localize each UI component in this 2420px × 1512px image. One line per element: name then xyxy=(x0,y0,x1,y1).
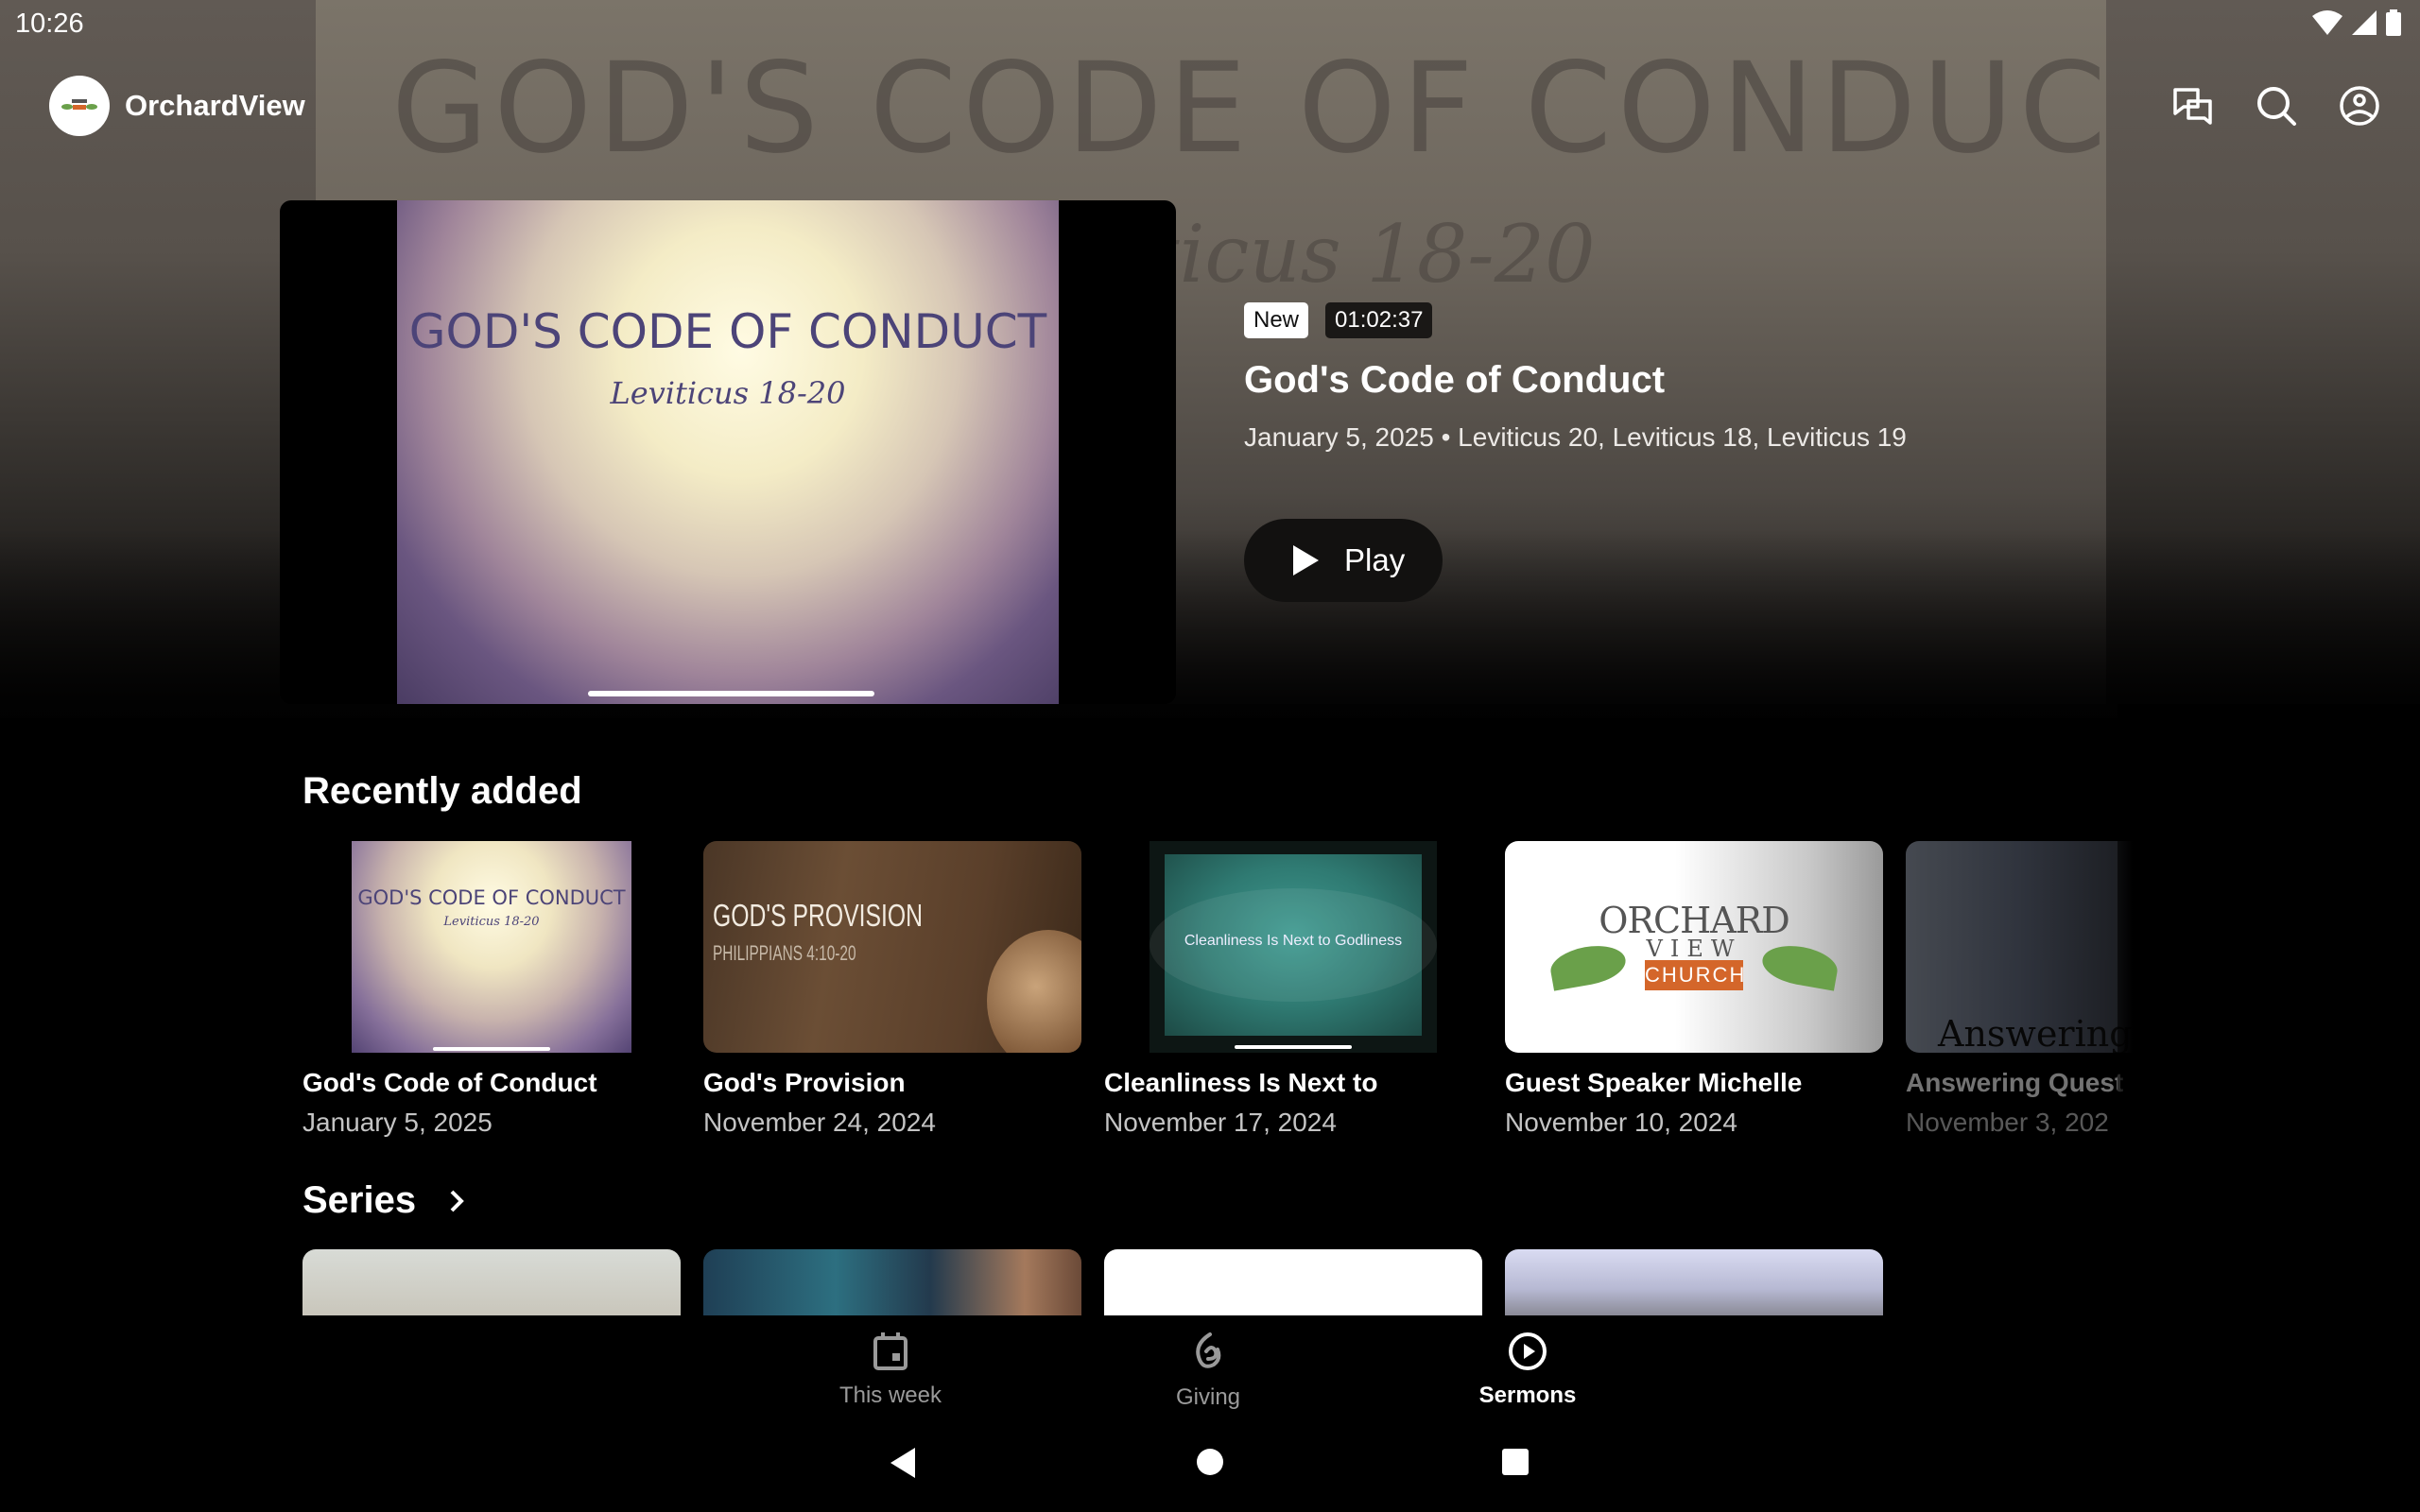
hero-thumb-subtitle: Leviticus 18-20 xyxy=(610,375,846,411)
sermon-date: November 17, 2024 xyxy=(1104,1108,1337,1137)
thumb-title: Cleanliness Is Next to Godliness xyxy=(1184,933,1403,949)
sermon-card[interactable]: Cleanliness Is Next to Godliness Cleanli… xyxy=(1104,841,1482,1138)
sermon-date: November 10, 2024 xyxy=(1505,1108,1737,1137)
search-icon xyxy=(2257,87,2296,126)
thumb-subtitle: PHILIPPIANS 4:10-20 xyxy=(713,941,856,965)
series-card[interactable] xyxy=(1505,1249,1883,1315)
sermon-date: January 5, 2025 xyxy=(302,1108,493,1137)
sermon-thumbnail: GOD'S PROVISION PHILIPPIANS 4:10-20 xyxy=(703,841,1081,1053)
thumb-title: GOD'S PROVISION xyxy=(713,898,924,933)
thumb-title: GOD'S CODE OF CONDUCT xyxy=(357,886,626,909)
sermon-title: God's Code of Conduct xyxy=(302,1068,597,1097)
sermon-card[interactable]: ORCHARD VIEW CHURCH Guest Speaker Michel… xyxy=(1505,841,1883,1138)
hero-info: New 01:02:37 God's Code of Conduct Janua… xyxy=(1244,302,2095,453)
account-button[interactable] xyxy=(2337,83,2382,129)
sermon-thumbnail: Cleanliness Is Next to Godliness xyxy=(1104,841,1482,1053)
series-heading-link[interactable]: Series xyxy=(302,1179,465,1222)
nav-this-week[interactable]: This week xyxy=(796,1331,985,1409)
sermon-title: God's Provision xyxy=(703,1068,906,1097)
play-label: Play xyxy=(1344,542,1406,577)
system-navigation-bar xyxy=(0,1418,2420,1512)
sermon-title: Guest Speaker Michelle xyxy=(1505,1068,1803,1097)
series-card[interactable] xyxy=(703,1249,1081,1315)
hero-thumb-title: GOD'S CODE OF CONDUCT xyxy=(408,304,1047,359)
series-card[interactable] xyxy=(302,1249,681,1315)
sermon-card[interactable]: GOD'S PROVISION PHILIPPIANS 4:10-20 God'… xyxy=(703,841,1081,1138)
sermon-date: November 24, 2024 xyxy=(703,1108,936,1137)
series-list xyxy=(302,1249,1883,1315)
hero-meta: January 5, 2025 • Leviticus 20, Leviticu… xyxy=(1244,422,1907,452)
play-circle-icon xyxy=(1509,1332,1547,1370)
row-edge-mask xyxy=(2118,813,2420,1153)
recents-icon[interactable] xyxy=(1501,1448,1530,1476)
hero-video-thumbnail[interactable]: GOD'S CODE OF CONDUCT Leviticus 18-20 xyxy=(280,200,1176,704)
app-title: OrchardView xyxy=(125,89,305,122)
nav-giving[interactable]: Giving xyxy=(1114,1331,1303,1411)
duration-badge: 01:02:37 xyxy=(1325,302,1433,338)
watch-progress-bar xyxy=(433,1047,550,1051)
status-icons xyxy=(2312,9,2401,36)
back-icon[interactable] xyxy=(889,1446,917,1480)
hero-progress-bar xyxy=(588,691,875,696)
nav-label: Giving xyxy=(1175,1384,1241,1410)
recently-added-list: GOD'S CODE OF CONDUCT Leviticus 18-20 Go… xyxy=(302,841,2284,1138)
sermon-card[interactable]: GOD'S CODE OF CONDUCT Leviticus 18-20 Go… xyxy=(302,841,681,1138)
play-icon xyxy=(1293,545,1319,576)
chat-bubbles-icon xyxy=(2173,88,2212,125)
bread-image xyxy=(987,930,1081,1053)
bottom-navigation: This week Giving Sermons xyxy=(0,1315,2420,1418)
app-logo[interactable] xyxy=(49,76,110,136)
thumb-subtitle: Leviticus 18-20 xyxy=(443,915,540,929)
nav-sermons[interactable]: Sermons xyxy=(1433,1331,1622,1409)
thumb-church: CHURCH xyxy=(1645,960,1744,990)
battery-icon xyxy=(2386,9,2401,36)
sermon-thumbnail: GOD'S CODE OF CONDUCT Leviticus 18-20 xyxy=(302,841,681,1053)
status-bar: 10:26 xyxy=(0,0,2420,45)
giving-hand-icon xyxy=(1196,1332,1221,1368)
hero-title: God's Code of Conduct xyxy=(1244,359,1666,401)
hero-badges: New 01:02:37 xyxy=(1244,302,2095,338)
calendar-icon xyxy=(873,1332,908,1370)
hero-thumbnail-image: GOD'S CODE OF CONDUCT Leviticus 18-20 xyxy=(397,200,1059,704)
new-badge: New xyxy=(1244,302,1309,338)
sermon-title: Cleanliness Is Next to xyxy=(1104,1068,1378,1097)
account-circle-icon xyxy=(2340,86,2379,126)
status-time: 10:26 xyxy=(15,9,84,39)
recently-added-heading: Recently added xyxy=(302,770,582,812)
thumb-title: Answering xyxy=(1938,1013,2133,1053)
wifi-icon xyxy=(2312,10,2342,35)
search-button[interactable] xyxy=(2254,83,2299,129)
series-card[interactable] xyxy=(1104,1249,1482,1315)
sermon-thumbnail: ORCHARD VIEW CHURCH xyxy=(1505,841,1883,1053)
cellular-signal-icon xyxy=(2352,10,2377,35)
chat-button[interactable] xyxy=(2170,83,2216,129)
watch-progress-bar xyxy=(1235,1045,1352,1049)
chevron-right-icon xyxy=(450,1190,464,1211)
home-icon[interactable] xyxy=(1196,1448,1224,1476)
nav-label: This week xyxy=(838,1383,942,1408)
series-heading: Series xyxy=(302,1179,417,1221)
nav-label: Sermons xyxy=(1478,1383,1577,1408)
app-header: OrchardView xyxy=(0,68,2420,144)
header-actions xyxy=(2170,83,2382,129)
play-button[interactable]: Play xyxy=(1244,519,1443,602)
orchardview-logo-icon xyxy=(61,99,97,110)
